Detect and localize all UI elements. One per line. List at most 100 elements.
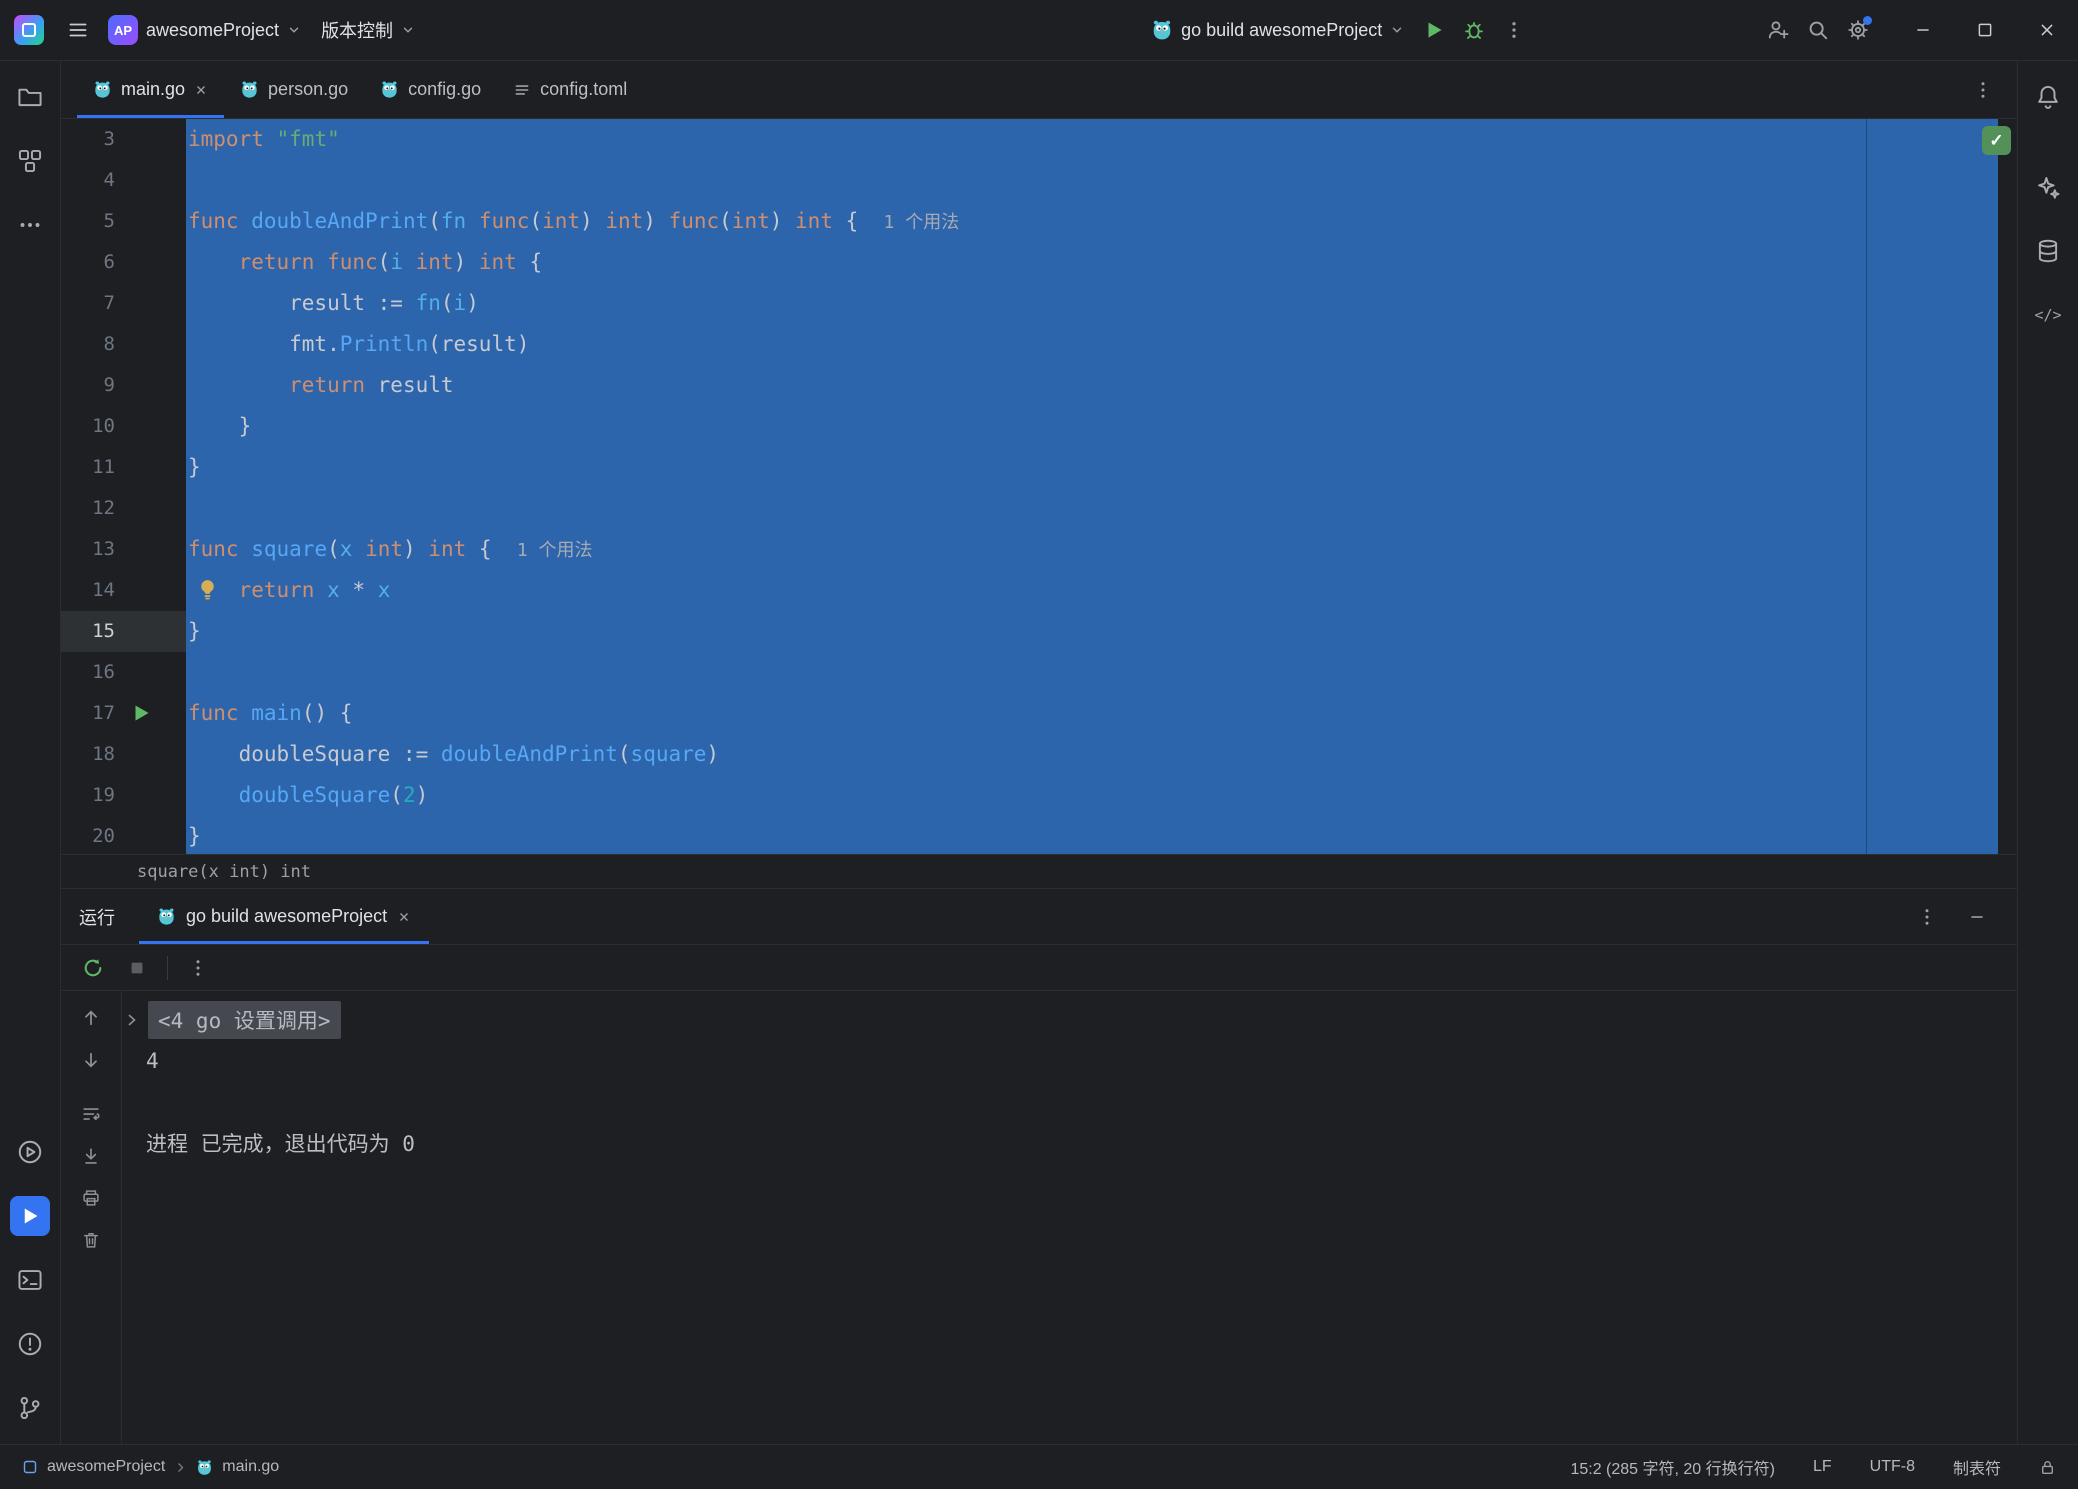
scroll-to-end-button[interactable] xyxy=(78,1143,104,1169)
readonly-toggle[interactable] xyxy=(2039,1459,2056,1476)
editor-scrollbar[interactable] xyxy=(1998,119,2017,854)
soft-wrap-button[interactable] xyxy=(78,1101,104,1127)
code-line[interactable]: } xyxy=(186,406,2017,447)
gutter-line-number[interactable]: 4 xyxy=(61,160,186,201)
code-line[interactable] xyxy=(186,488,2017,529)
fold-expand-icon[interactable] xyxy=(124,1012,140,1028)
code-line[interactable]: import "fmt" xyxy=(186,119,2017,160)
version-control-tool-button[interactable] xyxy=(10,1388,50,1428)
problems-tool-button[interactable] xyxy=(10,1324,50,1364)
run-button[interactable] xyxy=(1414,10,1454,50)
code-line[interactable]: func main() { xyxy=(186,693,2017,734)
prev-occurrence-button[interactable] xyxy=(78,1005,104,1031)
main-menu-button[interactable] xyxy=(58,10,98,50)
vcs-widget[interactable]: 版本控制 xyxy=(311,11,425,49)
close-button[interactable] xyxy=(2016,0,2078,60)
print-button[interactable] xyxy=(78,1185,104,1211)
code-line[interactable]: result := fn(i) xyxy=(186,283,2017,324)
gutter-line-number[interactable]: 20 xyxy=(61,816,186,854)
gutter-line-number[interactable]: 10 xyxy=(61,406,186,447)
settings-button[interactable] xyxy=(1838,10,1878,50)
statusbar-file[interactable]: main.go xyxy=(222,1458,279,1476)
gutter-line-number[interactable]: 13 xyxy=(61,529,186,570)
code-line[interactable]: fmt.Println(result) xyxy=(186,324,2017,365)
code-line[interactable]: } xyxy=(186,447,2017,488)
code-line[interactable]: } xyxy=(186,816,2017,854)
code-editor[interactable]: 3import "fmt"45func doubleAndPrint(fn fu… xyxy=(61,119,2017,854)
tab-label: main.go xyxy=(121,79,185,100)
gutter-line-number[interactable]: 8 xyxy=(61,324,186,365)
indent-widget[interactable]: 制表符 xyxy=(1953,1455,2001,1479)
gutter-line-number[interactable]: 14 xyxy=(61,570,186,611)
database-button[interactable] xyxy=(2028,231,2068,271)
next-occurrence-button[interactable] xyxy=(78,1047,104,1073)
tab-person-go[interactable]: person.go xyxy=(224,61,364,118)
gutter-line-number[interactable]: 17 xyxy=(61,693,186,734)
folded-command[interactable]: <4 go 设置调用> xyxy=(148,1001,341,1039)
code-line[interactable] xyxy=(186,160,2017,201)
context-hint-bar: square(x int) int xyxy=(61,854,2017,888)
tab-close-button[interactable] xyxy=(194,83,208,97)
close-icon[interactable] xyxy=(397,910,411,924)
clear-console-button[interactable] xyxy=(78,1227,104,1253)
structure-tool-button[interactable] xyxy=(10,141,50,181)
console-more-button[interactable] xyxy=(184,954,212,982)
code-line[interactable]: return result xyxy=(186,365,2017,406)
notifications-button[interactable] xyxy=(2028,77,2068,117)
gutter-line-number[interactable]: 3 xyxy=(61,119,186,160)
gutter-line-number[interactable]: 15 xyxy=(61,611,186,652)
gutter-line-number[interactable]: 7 xyxy=(61,283,186,324)
project-switcher[interactable]: AP awesomeProject xyxy=(98,9,311,51)
bell-icon xyxy=(2035,84,2061,110)
statusbar-project[interactable]: awesomeProject xyxy=(47,1458,165,1476)
endpoints-button[interactable]: </> xyxy=(2028,295,2068,335)
run-tool-button[interactable] xyxy=(10,1196,50,1236)
more-actions-button[interactable] xyxy=(1494,10,1534,50)
chevron-right-icon xyxy=(174,1461,187,1474)
terminal-tool-button[interactable] xyxy=(10,1260,50,1300)
more-tool-windows-button[interactable] xyxy=(10,205,50,245)
caret-position-widget[interactable]: 15:2 (285 字符, 20 行换行符) xyxy=(1570,1455,1775,1479)
encoding-widget[interactable]: UTF-8 xyxy=(1870,1458,1915,1476)
rerun-button[interactable] xyxy=(79,954,107,982)
debug-button[interactable] xyxy=(1454,10,1494,50)
gutter-line-number[interactable]: 12 xyxy=(61,488,186,529)
code-line[interactable]: } xyxy=(186,611,2017,652)
tab-config-toml[interactable]: config.toml xyxy=(497,61,643,118)
project-tool-button[interactable] xyxy=(10,77,50,117)
code-line[interactable]: return x * x xyxy=(186,570,2017,611)
code-line[interactable]: doubleSquare(2) xyxy=(186,775,2017,816)
code-line[interactable]: func square(x int) int { 1 个用法 xyxy=(186,529,2017,570)
gutter-line-number[interactable]: 9 xyxy=(61,365,186,406)
run-panel-options-button[interactable] xyxy=(1913,903,1941,931)
code-line[interactable]: return func(i int) int { xyxy=(186,242,2017,283)
run-line-icon[interactable] xyxy=(130,702,152,724)
code-with-me-button[interactable] xyxy=(1758,10,1798,50)
run-panel-hide-button[interactable] xyxy=(1963,903,1991,931)
code-line[interactable]: func doubleAndPrint(fn func(int) int) fu… xyxy=(186,201,2017,242)
tab-list-button[interactable] xyxy=(1973,61,2017,118)
code-line[interactable] xyxy=(186,652,2017,693)
inspections-ok-icon[interactable]: ✓ xyxy=(1982,126,2011,155)
gutter-line-number[interactable]: 6 xyxy=(61,242,186,283)
intention-bulb-icon[interactable] xyxy=(196,578,219,601)
services-tool-button[interactable] xyxy=(10,1132,50,1172)
gutter-line-number[interactable]: 18 xyxy=(61,734,186,775)
printer-icon xyxy=(81,1188,101,1208)
maximize-button[interactable] xyxy=(1954,0,2016,60)
line-separator-widget[interactable]: LF xyxy=(1813,1458,1832,1476)
code-line[interactable]: doubleSquare := doubleAndPrint(square) xyxy=(186,734,2017,775)
run-configuration-selector[interactable]: go build awesomeProject xyxy=(1141,13,1414,47)
stop-button[interactable] xyxy=(123,954,151,982)
tab-config-go[interactable]: config.go xyxy=(364,61,497,118)
gutter-line-number[interactable]: 16 xyxy=(61,652,186,693)
search-everywhere-button[interactable] xyxy=(1798,10,1838,50)
tab-main-go[interactable]: main.go xyxy=(77,61,224,118)
gutter-line-number[interactable]: 19 xyxy=(61,775,186,816)
gutter-line-number[interactable]: 5 xyxy=(61,201,186,242)
problems-icon xyxy=(17,1331,43,1357)
ai-assistant-button[interactable] xyxy=(2028,167,2068,207)
gutter-line-number[interactable]: 11 xyxy=(61,447,186,488)
run-config-tab[interactable]: go build awesomeProject xyxy=(139,889,429,944)
minimize-button[interactable] xyxy=(1892,0,1954,60)
